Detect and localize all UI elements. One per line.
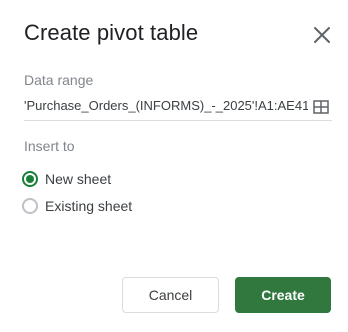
insert-to-label: Insert to: [24, 138, 75, 154]
existing-sheet-radio[interactable]: [22, 198, 38, 214]
data-range-field[interactable]: 'Purchase_Orders_(INFORMS)_-_2025'!A1:AE…: [24, 96, 332, 121]
new-sheet-label: New sheet: [45, 171, 112, 187]
new-sheet-radio[interactable]: [22, 171, 38, 187]
data-range-input[interactable]: 'Purchase_Orders_(INFORMS)_-_2025'!A1:AE…: [24, 98, 308, 113]
new-sheet-option[interactable]: New sheet: [22, 169, 111, 189]
existing-sheet-label: Existing sheet: [45, 198, 133, 214]
dialog-title: Create pivot table: [24, 20, 199, 45]
cancel-button[interactable]: Cancel: [122, 277, 219, 313]
close-icon[interactable]: [312, 25, 332, 45]
create-button[interactable]: Create: [235, 277, 331, 313]
grid-select-icon[interactable]: [312, 98, 330, 116]
data-range-label: Data range: [24, 72, 94, 88]
create-pivot-table-dialog: Create pivot table Data range 'Purchase_…: [0, 0, 348, 332]
existing-sheet-option[interactable]: Existing sheet: [22, 196, 132, 216]
